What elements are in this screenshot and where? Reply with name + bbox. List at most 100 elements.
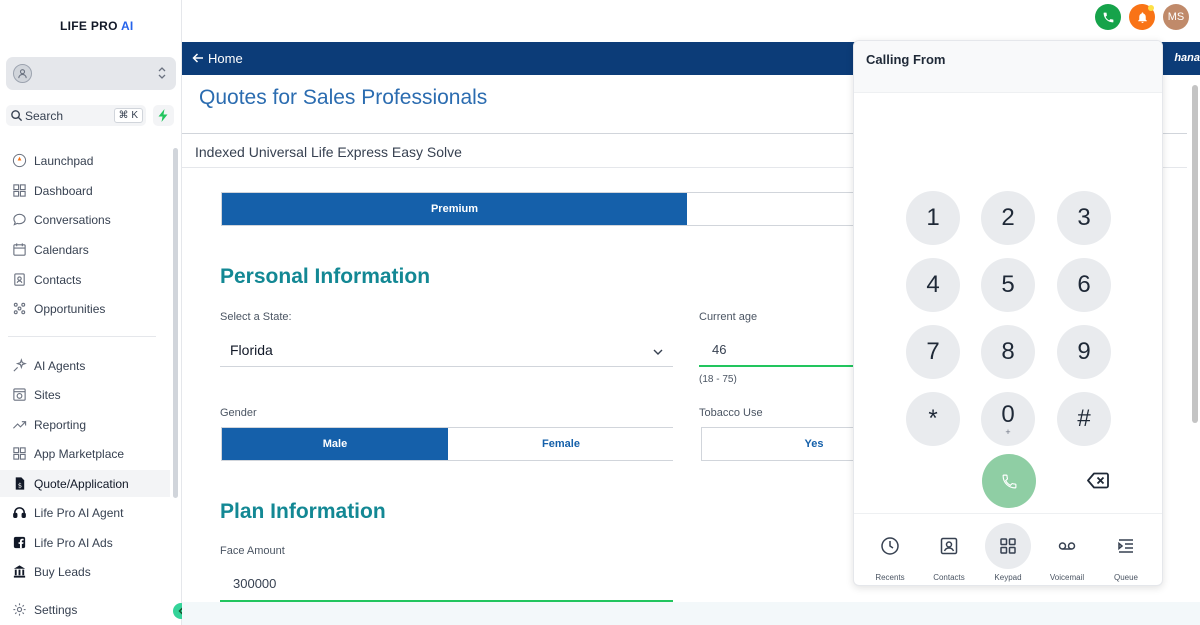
dialer-tab-queue[interactable]: Queue	[1098, 523, 1154, 582]
key-0[interactable]: 0 +	[981, 392, 1035, 446]
calendar-icon	[11, 242, 27, 258]
sidebar-item-buy-leads[interactable]: Buy Leads	[0, 558, 170, 585]
dialer-nav: Recents Contacts Keypad Voicemail Queue	[854, 513, 1162, 585]
gear-icon	[11, 602, 27, 618]
face-amount-input[interactable]: 300000	[220, 570, 673, 602]
key-4[interactable]: 4	[906, 258, 960, 312]
key-2[interactable]: 2	[981, 191, 1035, 245]
key-1[interactable]: 1	[906, 191, 960, 245]
dollar-document-icon: $	[11, 476, 27, 492]
backspace-button[interactable]	[1086, 470, 1110, 490]
dialer-tab-voicemail[interactable]: Voicemail	[1039, 523, 1095, 582]
dashboard-grid-icon	[11, 183, 27, 199]
chevron-updown-icon	[158, 67, 166, 79]
state-select[interactable]: Florida	[220, 336, 673, 367]
key-8[interactable]: 8	[981, 325, 1035, 379]
dialer-panel: Calling From 1 2 3 4 5 6 7 8 9 * 0 + # Re…	[853, 40, 1163, 586]
personal-info-heading: Personal Information	[220, 265, 431, 288]
tobacco-label: Tobacco Use	[699, 407, 763, 419]
quote-tabs: Premium	[221, 192, 861, 226]
page-title: Quotes for Sales Professionals	[199, 86, 488, 109]
key-star[interactable]: *	[906, 392, 960, 446]
sidebar-item-ai-agents[interactable]: AI Agents	[0, 352, 170, 379]
sidebar: LIFE PRO AI Search ⌘ K Launchpad Dashboa…	[0, 0, 182, 625]
age-label: Current age	[699, 311, 758, 323]
gender-label: Gender	[220, 407, 257, 419]
key-hash[interactable]: #	[1057, 392, 1111, 446]
sidebar-item-contacts[interactable]: Contacts	[0, 266, 170, 293]
svg-text:$: $	[17, 481, 21, 489]
apps-grid-icon	[11, 446, 27, 462]
age-hint: (18 - 75)	[699, 374, 737, 385]
arrow-left-icon[interactable]	[191, 51, 205, 65]
plan-info-heading: Plan Information	[220, 500, 386, 523]
account-switcher[interactable]	[6, 57, 176, 90]
dialer-tab-keypad[interactable]: Keypad	[980, 523, 1036, 582]
sidebar-item-dashboard[interactable]: Dashboard	[0, 177, 170, 204]
gender-female-button[interactable]: Female	[448, 428, 674, 460]
state-label: Select a State:	[220, 311, 292, 323]
sidebar-item-quote-application[interactable]: $ Quote/Application	[0, 470, 170, 497]
chevron-down-icon	[653, 349, 663, 355]
user-icon	[13, 64, 32, 83]
search-icon	[11, 110, 23, 122]
age-input[interactable]: 46	[699, 336, 859, 367]
sidebar-scrollbar[interactable]	[173, 148, 178, 498]
search-button[interactable]: Search ⌘ K	[6, 105, 146, 126]
top-bar: MS	[182, 0, 1200, 40]
dialer-tab-contacts[interactable]: Contacts	[921, 523, 977, 582]
quick-action-button[interactable]	[153, 105, 174, 126]
voicemail-icon	[1058, 542, 1076, 550]
sidebar-divider	[8, 336, 156, 337]
sidebar-item-sites[interactable]: Sites	[0, 381, 170, 408]
gender-male-button[interactable]: Male	[222, 428, 448, 460]
notifications-button[interactable]	[1129, 4, 1155, 30]
key-6[interactable]: 6	[1057, 258, 1111, 312]
age-value: 46	[712, 342, 727, 357]
sidebar-item-life-pro-ai-agent[interactable]: Life Pro AI Agent	[0, 499, 170, 526]
dialer-header: Calling From	[854, 41, 1162, 93]
state-value: Florida	[230, 342, 273, 358]
key-5[interactable]: 5	[981, 258, 1035, 312]
bank-icon	[11, 564, 27, 580]
footer-band	[182, 602, 1200, 625]
rocket-icon	[11, 153, 27, 169]
globe-window-icon	[11, 387, 27, 403]
sidebar-item-conversations[interactable]: Conversations	[0, 206, 170, 233]
phone-icon	[1103, 12, 1113, 22]
home-link[interactable]: Home	[208, 51, 243, 66]
facebook-icon	[11, 535, 27, 551]
tab-premium[interactable]: Premium	[222, 193, 687, 225]
product-name: Indexed Universal Life Express Easy Solv…	[195, 144, 462, 160]
lightning-icon	[158, 109, 168, 122]
main-scrollbar[interactable]	[1192, 85, 1198, 423]
sidebar-item-opportunities[interactable]: Opportunities	[0, 295, 170, 322]
key-7[interactable]: 7	[906, 325, 960, 379]
face-amount-value: 300000	[233, 576, 277, 591]
sidebar-item-life-pro-ai-ads[interactable]: Life Pro AI Ads	[0, 529, 170, 556]
opportunities-icon	[11, 301, 27, 317]
gender-toggle: Male Female	[221, 427, 674, 461]
backspace-icon	[1087, 472, 1109, 488]
headset-icon	[11, 505, 27, 521]
sidebar-item-calendars[interactable]: Calendars	[0, 236, 170, 263]
call-button[interactable]	[982, 454, 1036, 508]
chat-bubble-icon	[11, 212, 27, 228]
key-3[interactable]: 3	[1057, 191, 1111, 245]
sidebar-item-settings[interactable]: Settings	[0, 596, 170, 623]
dialer-title: Calling From	[866, 52, 946, 67]
sidebar-item-reporting[interactable]: Reporting	[0, 411, 170, 438]
search-shortcut: ⌘ K	[113, 108, 143, 123]
sparkles-icon	[11, 358, 27, 374]
app-logo: LIFE PRO AI	[60, 19, 134, 33]
dialer-tab-recents[interactable]: Recents	[862, 523, 918, 582]
user-avatar[interactable]: MS	[1163, 4, 1189, 30]
sidebar-item-app-marketplace[interactable]: App Marketplace	[0, 440, 170, 467]
search-label: Search	[25, 109, 64, 123]
trend-line-icon	[11, 417, 27, 433]
key-9[interactable]: 9	[1057, 325, 1111, 379]
clock-icon	[881, 537, 899, 555]
sidebar-item-launchpad[interactable]: Launchpad	[0, 147, 170, 174]
phone-button[interactable]	[1095, 4, 1121, 30]
bell-icon	[1137, 11, 1147, 23]
